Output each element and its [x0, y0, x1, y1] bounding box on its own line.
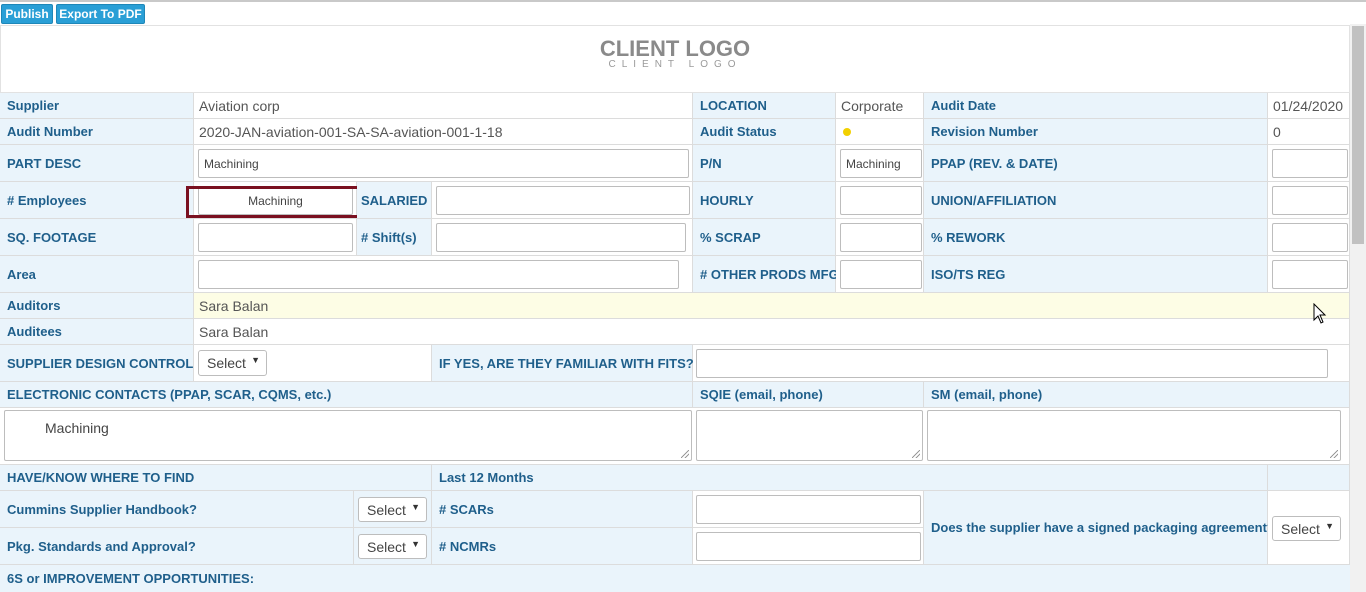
audit-number-value: 2020-JAN-aviation-001-SA-SA-aviation-001…	[194, 119, 693, 145]
scars-input[interactable]	[696, 495, 921, 524]
design-control-select-value: Select	[207, 355, 246, 371]
scrap-label: % SCRAP	[693, 219, 836, 256]
audit-number-label: Audit Number	[0, 119, 194, 145]
handbook-select[interactable]: Select ▼	[358, 497, 427, 522]
handbook-label: Cummins Supplier Handbook?	[0, 491, 354, 528]
sqie-label: SQIE (email, phone)	[693, 382, 924, 408]
salaried-label: SALARIED	[357, 182, 432, 219]
improvement-label: 6S or IMPROVEMENT OPPORTUNITIES:	[0, 565, 1350, 592]
sm-textarea[interactable]	[927, 410, 1341, 461]
pkg-select-value: Select	[367, 538, 406, 555]
auditors-value: Sara Balan	[194, 293, 1350, 319]
iso-input[interactable]	[1272, 260, 1348, 289]
rework-input[interactable]	[1272, 223, 1348, 252]
have-know-label: HAVE/KNOW WHERE TO FIND	[0, 465, 432, 491]
part-desc-input[interactable]: Machining	[198, 149, 689, 178]
design-control-select[interactable]: Select ▼	[198, 350, 267, 376]
hourly-input[interactable]	[840, 186, 922, 215]
header-filler	[1268, 465, 1350, 491]
sqft-input[interactable]	[198, 223, 353, 252]
sqie-textarea[interactable]	[696, 410, 923, 461]
export-pdf-button[interactable]: Export To PDF	[56, 4, 145, 24]
packaging-label: Does the supplier have a signed packagin…	[924, 491, 1275, 565]
packaging-select-value: Select	[1281, 520, 1320, 537]
ppap-input[interactable]	[1272, 149, 1348, 178]
employees-label: # Employees	[0, 182, 194, 219]
pn-label: P/N	[693, 145, 836, 182]
handbook-select-value: Select	[367, 501, 406, 518]
sqft-label: SQ. FOOTAGE	[0, 219, 194, 256]
resize-grip-icon	[912, 450, 920, 458]
other-prods-label: # OTHER PRODS MFG	[693, 256, 839, 293]
pkg-select[interactable]: Select ▼	[358, 534, 427, 559]
salaried-input[interactable]	[436, 186, 690, 215]
audit-status-cell	[836, 119, 924, 145]
mouse-cursor-icon	[1313, 303, 1327, 324]
audit-status-label: Audit Status	[693, 119, 836, 145]
publish-button[interactable]: Publish	[1, 4, 53, 24]
area-label: Area	[0, 256, 194, 293]
audit-date-label: Audit Date	[924, 93, 1268, 119]
location-label: LOCATION	[693, 93, 836, 119]
chevron-down-icon: ▼	[1325, 521, 1334, 531]
iso-label: ISO/TS REG	[924, 256, 1268, 293]
fits-label: IF YES, ARE THEY FAMILIAR WITH FITS?	[432, 345, 694, 382]
pn-input[interactable]: Machining	[840, 149, 922, 178]
pkg-label: Pkg. Standards and Approval?	[0, 528, 354, 565]
shifts-label: # Shift(s)	[357, 219, 432, 256]
supplier-label: Supplier	[0, 93, 194, 119]
shifts-input[interactable]	[436, 223, 686, 252]
ppap-label: PPAP (REV. & DATE)	[924, 145, 1268, 182]
scars-label: # SCARs	[432, 491, 693, 528]
econtacts-textarea[interactable]: Machining	[4, 410, 692, 461]
econtacts-text: Machining	[45, 420, 109, 436]
resize-grip-icon	[681, 450, 689, 458]
area-input[interactable]	[198, 260, 679, 289]
location-value: Corporate	[836, 93, 924, 119]
part-desc-label: PART DESC	[0, 145, 194, 182]
econtacts-label: ELECTRONIC CONTACTS (PPAP, SCAR, CQMS, e…	[0, 382, 693, 408]
sm-label: SM (email, phone)	[924, 382, 1350, 408]
scrollbar-thumb[interactable]	[1352, 26, 1364, 244]
auditees-label: Auditees	[0, 319, 194, 345]
rework-label: % REWORK	[924, 219, 1268, 256]
last12-label: Last 12 Months	[432, 465, 1268, 491]
revision-label: Revision Number	[924, 119, 1268, 145]
other-prods-input[interactable]	[840, 260, 922, 289]
auditees-value: Sara Balan	[194, 319, 1350, 345]
scrap-input[interactable]	[840, 223, 922, 252]
status-dot-icon	[843, 128, 851, 136]
revision-value: 0	[1268, 119, 1350, 145]
union-input[interactable]	[1272, 186, 1348, 215]
focus-highlight	[186, 186, 361, 218]
hourly-label: HOURLY	[693, 182, 836, 219]
chevron-down-icon: ▼	[411, 539, 420, 549]
packaging-select[interactable]: Select ▼	[1272, 516, 1341, 541]
union-label: UNION/AFFILIATION	[924, 182, 1268, 219]
audit-date-value: 01/24/2020	[1268, 93, 1350, 119]
supplier-value: Aviation corp	[194, 93, 693, 119]
auditors-label: Auditors	[0, 293, 194, 319]
chevron-down-icon: ▼	[411, 502, 420, 512]
ncmrs-label: # NCMRs	[432, 528, 693, 565]
client-logo-subtitle: CLIENT LOGO	[608, 59, 742, 70]
top-toolbar	[0, 0, 1366, 24]
chevron-down-icon: ▼	[251, 355, 260, 365]
design-control-label: SUPPLIER DESIGN CONTROL?	[0, 345, 201, 382]
fits-input[interactable]	[696, 349, 1328, 378]
ncmrs-input[interactable]	[696, 532, 921, 561]
resize-grip-icon	[1330, 450, 1338, 458]
